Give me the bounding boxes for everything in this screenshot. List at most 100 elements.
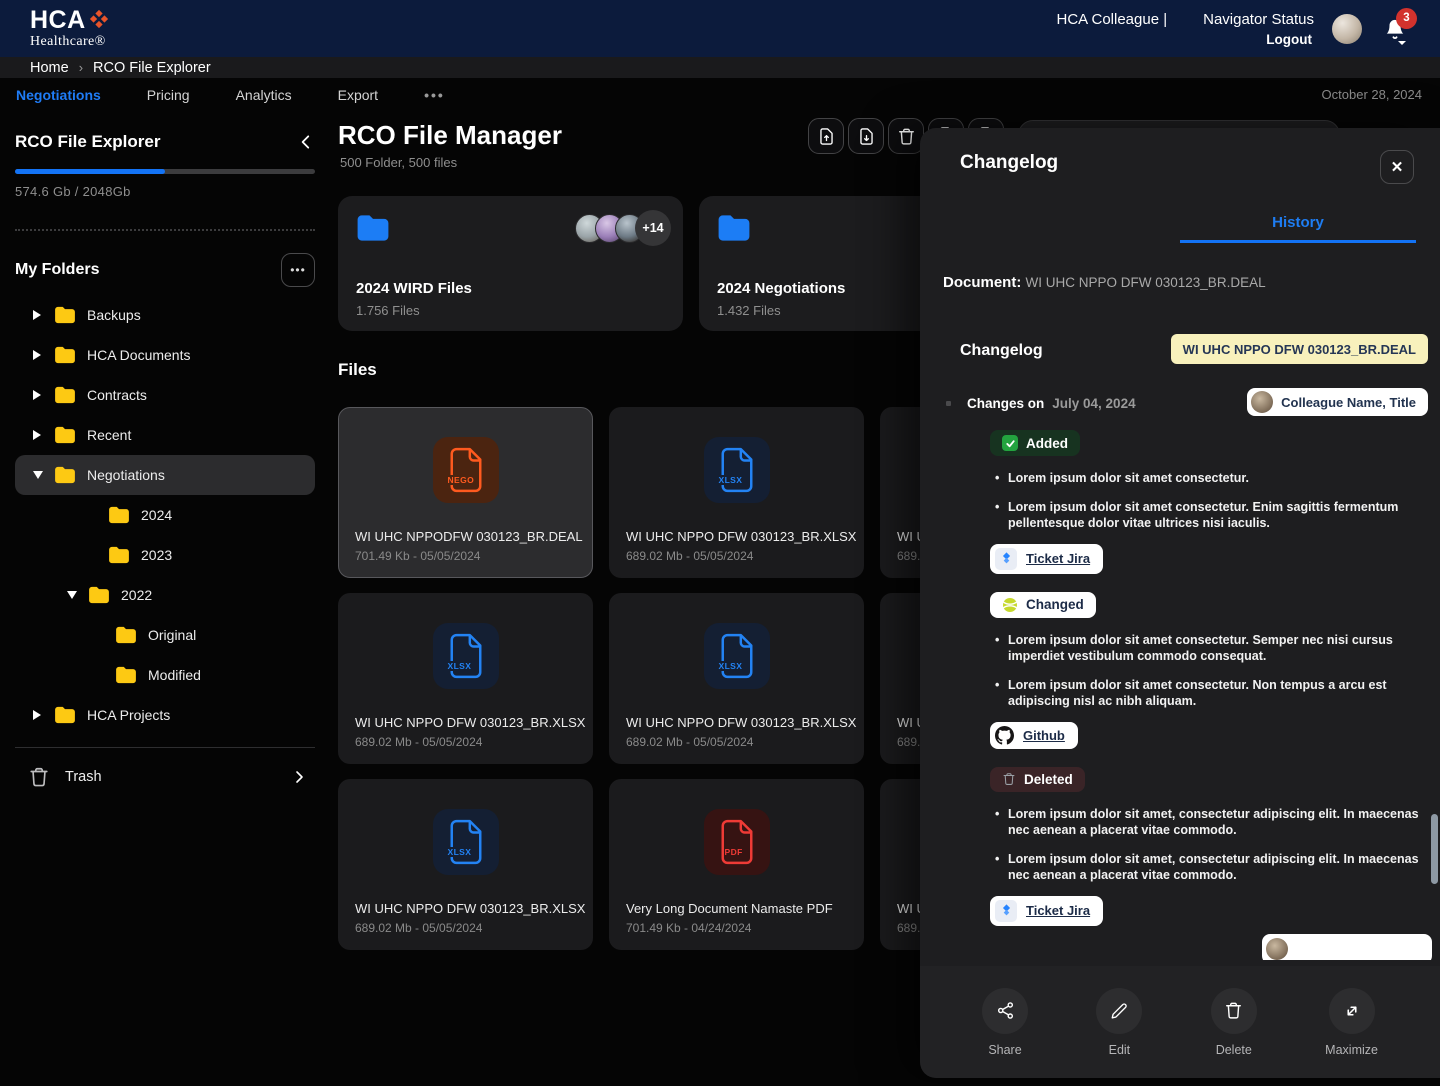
link-label: Github xyxy=(1023,728,1065,743)
github-icon xyxy=(995,726,1014,745)
bullet-item: Lorem ipsum dolor sit amet, consectetur … xyxy=(1008,851,1424,884)
share-button[interactable]: Share xyxy=(976,987,1034,1058)
import-file-button[interactable] xyxy=(848,118,884,154)
user-avatar[interactable] xyxy=(1332,14,1362,44)
changes-on-label: Changes on xyxy=(967,396,1044,411)
caret-right-icon[interactable] xyxy=(33,310,43,320)
folder-card-count: 1.432 Files xyxy=(717,303,781,318)
export-file-button[interactable] xyxy=(808,118,844,154)
sidebar-item-hca-projects[interactable]: HCA Projects xyxy=(15,695,315,735)
file-name: WI UHC NPPO DFW 030123_BR.XLSX xyxy=(626,715,856,730)
breadcrumb-separator-icon: › xyxy=(79,60,83,75)
added-label: Added xyxy=(1026,436,1068,451)
caret-right-icon[interactable] xyxy=(33,390,43,400)
extra-avatars-count: +14 xyxy=(635,210,671,246)
sidebar-item-backups[interactable]: Backups xyxy=(15,295,315,335)
sidebar-item-modified[interactable]: Modified xyxy=(15,655,315,695)
sidebar-item-negotiations[interactable]: Negotiations xyxy=(15,455,315,495)
header-right: HCA Colleague | Navigator Status Logout … xyxy=(1056,11,1414,47)
sidebar-item-2024[interactable]: 2024 xyxy=(15,495,315,535)
caret-down-icon[interactable] xyxy=(67,591,77,599)
folder-icon xyxy=(88,586,110,604)
logout-link[interactable]: Logout xyxy=(1266,32,1312,47)
folders-more-button[interactable]: ••• xyxy=(281,253,315,287)
sidebar-title: RCO File Explorer xyxy=(15,132,160,152)
caret-down-icon[interactable] xyxy=(33,471,43,479)
file-card[interactable]: XLSX WI UHC NPPO DFW 030123_BR.XLSX 689.… xyxy=(338,779,593,950)
file-card[interactable]: PDF Very Long Document Namaste PDF 701.4… xyxy=(609,779,864,950)
avatar-stack: +14 xyxy=(584,210,671,246)
logo-text: HCA xyxy=(30,8,86,33)
file-type-label: XLSX xyxy=(718,661,744,671)
delete-button[interactable]: Delete xyxy=(1205,987,1263,1058)
breadcrumb-home[interactable]: Home xyxy=(30,60,69,76)
file-download-icon xyxy=(857,127,876,146)
storage-progress-fill xyxy=(15,169,165,174)
sidebar: RCO File Explorer 574.6 Gb / 2048Gb My F… xyxy=(0,110,330,1086)
panel-action-bar: Share Edit Delete Maximize xyxy=(920,966,1440,1078)
file-card[interactable]: XLSX WI UHC NPPO DFW 030123_BR.XLSX 689.… xyxy=(338,593,593,764)
sidebar-item-original[interactable]: Original xyxy=(15,615,315,655)
changed-label: Changed xyxy=(1026,597,1084,612)
edit-button[interactable]: Edit xyxy=(1090,987,1148,1058)
sidebar-item-contracts[interactable]: Contracts xyxy=(15,375,315,415)
page-subtitle: 500 Folder, 500 files xyxy=(340,155,457,170)
wastebasket-icon xyxy=(1002,772,1016,786)
file-type-label: PDF xyxy=(724,847,744,857)
changes-date: July 04, 2024 xyxy=(1052,396,1135,411)
sidebar-item-trash[interactable]: Trash xyxy=(15,754,315,800)
tab-export[interactable]: Export xyxy=(338,87,378,103)
file-card[interactable]: XLSX WI UHC NPPO DFW 030123_BR.XLSX 689.… xyxy=(609,407,864,578)
ticket-jira-link[interactable]: Ticket Jira xyxy=(990,544,1103,574)
sidebar-item-recent[interactable]: Recent xyxy=(15,415,315,455)
folder-label: Original xyxy=(148,627,196,643)
file-name: WI UHC NPPODFW 030123_BR.DEAL xyxy=(355,529,583,544)
maximize-button[interactable]: Maximize xyxy=(1319,987,1384,1058)
tab-pricing[interactable]: Pricing xyxy=(147,87,190,103)
folder-icon xyxy=(54,466,76,484)
folder-label: Recent xyxy=(87,427,131,443)
file-name-badge: WI UHC NPPO DFW 030123_BR.DEAL xyxy=(1171,334,1428,364)
tab-analytics[interactable]: Analytics xyxy=(236,87,292,103)
ticket-jira-link[interactable]: Ticket Jira xyxy=(990,896,1103,926)
tab-bar: Negotiations Pricing Analytics Export ••… xyxy=(0,79,1440,110)
notifications-button[interactable]: 3 xyxy=(1384,18,1406,40)
file-card[interactable]: NEGO WI UHC NPPODFW 030123_BR.DEAL 701.4… xyxy=(338,407,593,578)
tab-negotiations[interactable]: Negotiations xyxy=(16,87,101,103)
maximize-label: Maximize xyxy=(1325,1043,1378,1057)
navigator-status-label: Navigator Status xyxy=(1203,11,1314,28)
sidebar-item-2023[interactable]: 2023 xyxy=(15,535,315,575)
close-panel-button[interactable]: ✕ xyxy=(1380,150,1414,184)
changes-row: Changes on July 04, 2024 xyxy=(946,396,1136,411)
folder-icon xyxy=(54,306,76,324)
folder-card-count: 1.756 Files xyxy=(356,303,420,318)
changelog-body: Added Lorem ipsum dolor sit amet consect… xyxy=(990,430,1424,926)
file-type-label: XLSX xyxy=(718,475,744,485)
deal-file-icon xyxy=(447,447,485,493)
tab-history[interactable]: History xyxy=(1180,214,1416,231)
sidebar-item-2022[interactable]: 2022 xyxy=(15,575,315,615)
document-line: Document: WI UHC NPPO DFW 030123_BR.DEAL xyxy=(943,274,1266,291)
xlsx-file-icon xyxy=(718,633,756,679)
github-link[interactable]: Github xyxy=(990,722,1078,749)
folder-icon xyxy=(356,214,390,242)
colleague-name: Colleague Name, Title xyxy=(1281,395,1416,410)
caret-right-icon[interactable] xyxy=(33,430,43,440)
folder-icon xyxy=(54,386,76,404)
caret-right-icon[interactable] xyxy=(33,710,43,720)
file-name: WI UHC NPPO DFW 030123_BR.XLSX xyxy=(355,901,585,916)
file-card[interactable]: XLSX WI UHC NPPO DFW 030123_BR.XLSX 689.… xyxy=(609,593,864,764)
panel-scrollbar[interactable] xyxy=(1431,814,1438,884)
user-label: HCA Colleague | xyxy=(1056,11,1167,28)
caret-right-icon[interactable] xyxy=(33,350,43,360)
edit-label: Edit xyxy=(1109,1043,1131,1057)
folder-card-2024-wird-files[interactable]: +14 2024 WIRD Files 1.756 Files xyxy=(338,196,683,331)
tab-overflow-icon[interactable]: ••• xyxy=(424,87,445,103)
file-meta: 701.49 Kb - 04/24/2024 xyxy=(626,921,751,935)
delete-file-button[interactable] xyxy=(888,118,924,154)
jira-icon xyxy=(995,900,1017,922)
chevron-right-icon[interactable] xyxy=(291,769,307,785)
folder-icon xyxy=(54,346,76,364)
collapse-sidebar-icon[interactable] xyxy=(297,133,315,151)
sidebar-item-hca-documents[interactable]: HCA Documents xyxy=(15,335,315,375)
